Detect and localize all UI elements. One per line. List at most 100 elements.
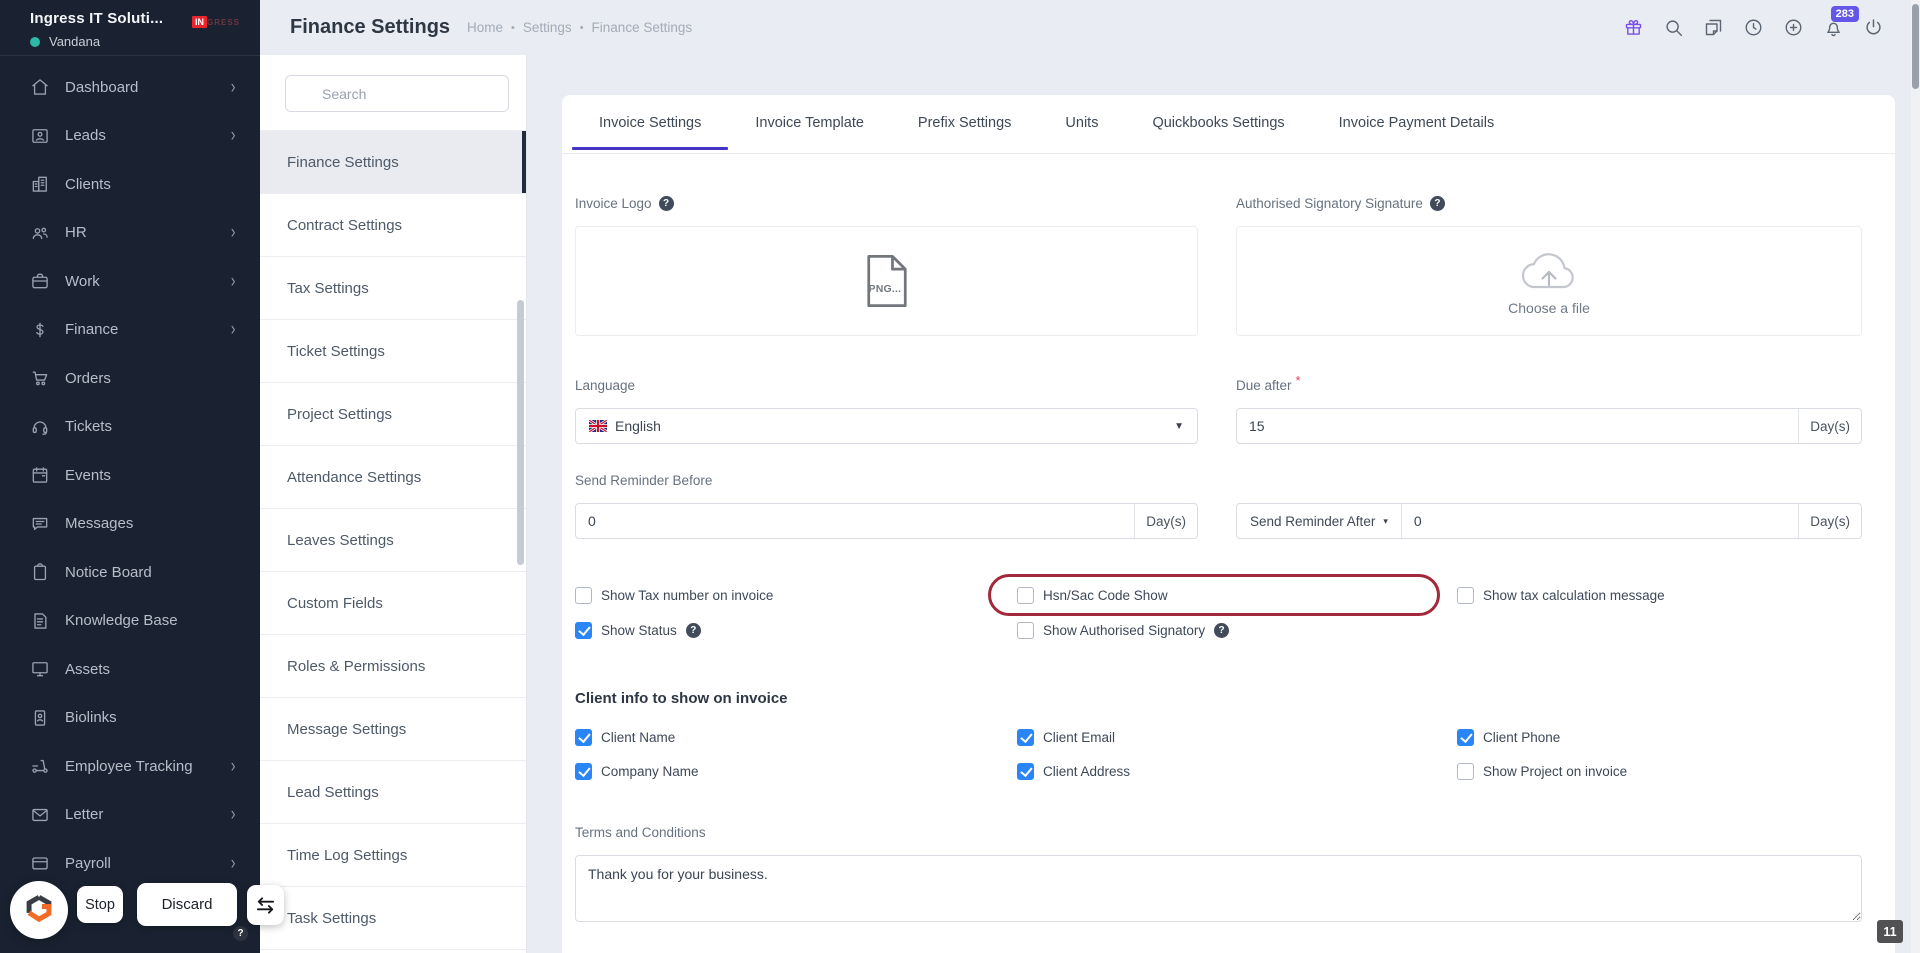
png-file-icon: PNG... xyxy=(866,253,908,309)
sidebar-item-clients[interactable]: Clients xyxy=(0,160,260,209)
tab-invoice-settings[interactable]: Invoice Settings xyxy=(572,95,728,153)
checkbox-box[interactable] xyxy=(1017,763,1034,780)
settings-nav-item-contract-settings[interactable]: Contract Settings xyxy=(260,194,526,257)
choose-file-text: Choose a file xyxy=(1508,300,1590,316)
settings-nav-item-attendance-settings[interactable]: Attendance Settings xyxy=(260,446,526,509)
checkbox-show-authorised-signatory[interactable]: Show Authorised Signatory ? xyxy=(1017,620,1457,640)
language-select[interactable]: English ▼ xyxy=(575,408,1198,444)
checkbox-box[interactable] xyxy=(1457,763,1474,780)
tab-quickbooks-settings[interactable]: Quickbooks Settings xyxy=(1125,95,1311,153)
calendar-icon xyxy=(30,465,50,485)
notes-icon[interactable] xyxy=(1703,17,1724,38)
recorder-logo-button[interactable] xyxy=(10,881,68,939)
checkbox-company-name[interactable]: Company Name xyxy=(575,761,1017,781)
due-after-input[interactable] xyxy=(1237,409,1798,443)
sidebar-item-leads[interactable]: Leads › xyxy=(0,112,260,161)
breadcrumb-item-settings[interactable]: Settings xyxy=(523,20,572,35)
help-badge-icon[interactable]: ? xyxy=(233,926,248,941)
breadcrumb-item-home[interactable]: Home xyxy=(467,20,503,35)
checkbox-box[interactable] xyxy=(575,729,592,746)
discard-button[interactable]: Discard xyxy=(137,883,237,926)
settings-search-input[interactable] xyxy=(285,75,509,112)
notifications-icon[interactable]: 283 xyxy=(1823,17,1844,38)
reminder-after-dropdown[interactable]: Send Reminder After ▾ xyxy=(1237,504,1402,538)
tab-units[interactable]: Units xyxy=(1038,95,1125,153)
clipboard-icon xyxy=(30,562,50,582)
search-icon[interactable] xyxy=(1663,17,1684,38)
settings-nav-item-ticket-settings[interactable]: Ticket Settings xyxy=(260,320,526,383)
checkbox-client-address[interactable]: Client Address xyxy=(1017,761,1457,781)
checkbox-client-email[interactable]: Client Email xyxy=(1017,727,1457,747)
checkbox-box[interactable] xyxy=(575,587,592,604)
swap-panel-button[interactable] xyxy=(247,885,284,925)
settings-nav-item-lead-settings[interactable]: Lead Settings xyxy=(260,761,526,824)
checkbox-show-status[interactable]: Show Status ? xyxy=(575,620,1017,640)
sidebar-item-events[interactable]: Events xyxy=(0,451,260,500)
sidebar-item-assets[interactable]: Assets xyxy=(0,645,260,694)
settings-nav-item-message-settings[interactable]: Message Settings xyxy=(260,698,526,761)
sidebar-item-dashboard[interactable]: Dashboard › xyxy=(0,63,260,112)
settings-nav-item-leaves-settings[interactable]: Leaves Settings xyxy=(260,509,526,572)
invoice-logo-upload[interactable]: PNG... xyxy=(575,226,1198,336)
settings-nav-item-project-settings[interactable]: Project Settings xyxy=(260,383,526,446)
reminder-after-input[interactable] xyxy=(1402,504,1798,538)
page-number-badge[interactable]: 11 xyxy=(1877,920,1903,943)
checkbox-box[interactable] xyxy=(1017,622,1034,639)
sidebar-item-hr[interactable]: HR › xyxy=(0,209,260,258)
settings-nav-item-task-settings[interactable]: Task Settings xyxy=(260,887,526,950)
sidebar-item-tickets[interactable]: Tickets xyxy=(0,403,260,452)
sidebar-item-biolinks[interactable]: Biolinks xyxy=(0,694,260,743)
monitor-icon xyxy=(30,659,50,679)
required-mark: * xyxy=(1296,373,1301,388)
add-icon[interactable] xyxy=(1783,17,1804,38)
settings-nav-item-tax-settings[interactable]: Tax Settings xyxy=(260,257,526,320)
checkbox-box[interactable] xyxy=(1017,729,1034,746)
id-card-icon xyxy=(30,708,50,728)
power-icon[interactable] xyxy=(1863,17,1884,38)
stop-button[interactable]: Stop xyxy=(77,886,123,923)
signature-upload[interactable]: Choose a file xyxy=(1236,226,1862,336)
sidebar-item-notice-board[interactable]: Notice Board xyxy=(0,548,260,597)
sidebar-item-letter[interactable]: Letter › xyxy=(0,791,260,840)
sidebar-item-work[interactable]: Work › xyxy=(0,257,260,306)
checkbox-show-project-on-invoice[interactable]: Show Project on invoice xyxy=(1457,761,1862,781)
checkbox-box[interactable] xyxy=(575,622,592,639)
checkbox-show-tax-calculation-message[interactable]: Show tax calculation message xyxy=(1457,585,1862,605)
settings-nav-item-finance-settings[interactable]: Finance Settings xyxy=(260,131,526,194)
checkbox-box[interactable] xyxy=(575,763,592,780)
sidebar-item-finance[interactable]: Finance › xyxy=(0,306,260,355)
sidebar-item-orders[interactable]: Orders xyxy=(0,354,260,403)
breadcrumb-separator: • xyxy=(511,22,515,34)
settings-nav-item-custom-fields[interactable]: Custom Fields xyxy=(260,572,526,635)
terms-textarea[interactable]: Thank you for your business. xyxy=(575,855,1862,922)
swap-icon xyxy=(254,894,277,917)
checkbox-box[interactable] xyxy=(1457,587,1474,604)
breadcrumb-item-finance-settings[interactable]: Finance Settings xyxy=(592,20,693,35)
page-header: Finance Settings Home•Settings•Finance S… xyxy=(260,0,1920,55)
reminder-before-input[interactable] xyxy=(576,504,1134,538)
language-value: English xyxy=(615,418,661,434)
sidebar-item-messages[interactable]: Messages xyxy=(0,500,260,549)
checkbox-hsn-sac-code-show[interactable]: Hsn/Sac Code Show xyxy=(1017,585,1457,605)
settings-nav-item-time-log-settings[interactable]: Time Log Settings xyxy=(260,824,526,887)
breadcrumb: Home•Settings•Finance Settings xyxy=(467,20,692,35)
due-after-label: Due after xyxy=(1236,378,1292,393)
settings-scrollbar[interactable] xyxy=(517,300,524,565)
tab-invoice-template[interactable]: Invoice Template xyxy=(728,95,891,153)
sidebar-item-employee-tracking[interactable]: Employee Tracking › xyxy=(0,742,260,791)
reminder-before-suffix: Day(s) xyxy=(1134,504,1197,538)
checkbox-client-phone[interactable]: Client Phone xyxy=(1457,727,1862,747)
tab-prefix-settings[interactable]: Prefix Settings xyxy=(891,95,1039,153)
sidebar-item-knowledge-base[interactable]: Knowledge Base xyxy=(0,597,260,646)
gift-icon[interactable] xyxy=(1623,17,1644,38)
tab-invoice-payment-details[interactable]: Invoice Payment Details xyxy=(1312,95,1522,153)
checkbox-box[interactable] xyxy=(1017,587,1034,604)
main-scrollbar-thumb[interactable] xyxy=(1912,4,1919,89)
checkbox-show-tax-number-on-invoice[interactable]: Show Tax number on invoice xyxy=(575,585,1017,605)
main-scrollbar-track[interactable] xyxy=(1911,0,1920,953)
history-icon[interactable] xyxy=(1743,17,1764,38)
settings-nav-item-roles-permissions[interactable]: Roles & Permissions xyxy=(260,635,526,698)
checkbox-box[interactable] xyxy=(1457,729,1474,746)
checkbox-client-name[interactable]: Client Name xyxy=(575,727,1017,747)
reminder-before-group: Day(s) xyxy=(575,503,1198,539)
